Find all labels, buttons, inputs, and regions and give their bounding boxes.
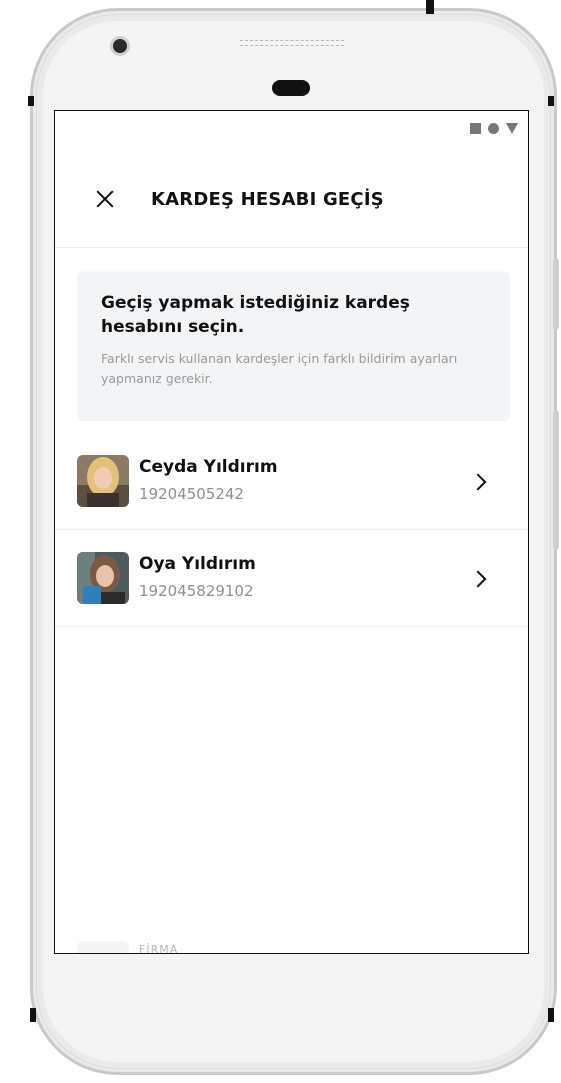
triangle-icon xyxy=(506,123,518,134)
circle-icon xyxy=(488,123,499,134)
square-icon xyxy=(470,123,481,134)
power-button xyxy=(553,410,559,550)
earpiece xyxy=(272,80,310,96)
info-title: Geçiş yapmak istediğiniz kardeş hesabını… xyxy=(101,293,410,337)
right-edge-mark xyxy=(548,96,554,106)
account-id: 192045829102 xyxy=(139,582,254,600)
partial-row-thumb xyxy=(77,941,129,953)
left-edge-mark xyxy=(28,96,34,106)
account-name: Ceyda Yıldırım xyxy=(139,457,278,477)
app-header: KARDEŞ HESABI GEÇİŞ xyxy=(55,171,528,248)
close-icon[interactable] xyxy=(93,187,117,211)
partial-row-label: FİRMA xyxy=(139,943,179,954)
status-bar xyxy=(470,123,518,134)
top-button xyxy=(426,0,434,14)
info-box: Geçiş yapmak istediğiniz kardeş hesabını… xyxy=(77,271,510,421)
speaker-grill xyxy=(240,40,344,46)
account-row-ceyda[interactable]: Ceyda Yıldırım 19204505242 xyxy=(55,433,528,530)
volume-button xyxy=(553,258,559,330)
avatar xyxy=(77,552,129,604)
account-row-oya[interactable]: Oya Yıldırım 192045829102 xyxy=(55,530,528,627)
chevron-right-icon xyxy=(469,570,487,588)
front-camera xyxy=(110,36,130,56)
account-id: 19204505242 xyxy=(139,485,244,503)
avatar xyxy=(77,455,129,507)
right-edge-mark-bottom xyxy=(548,1008,554,1022)
app-screen: KARDEŞ HESABI GEÇİŞ Geçiş yapmak istediğ… xyxy=(54,110,529,954)
chevron-right-icon xyxy=(469,473,487,491)
left-edge-mark-bottom xyxy=(30,1008,36,1022)
account-name: Oya Yıldırım xyxy=(139,554,256,574)
info-description: Farklı servis kullanan kardeşler için fa… xyxy=(101,351,458,386)
page-title: KARDEŞ HESABI GEÇİŞ xyxy=(151,189,384,210)
